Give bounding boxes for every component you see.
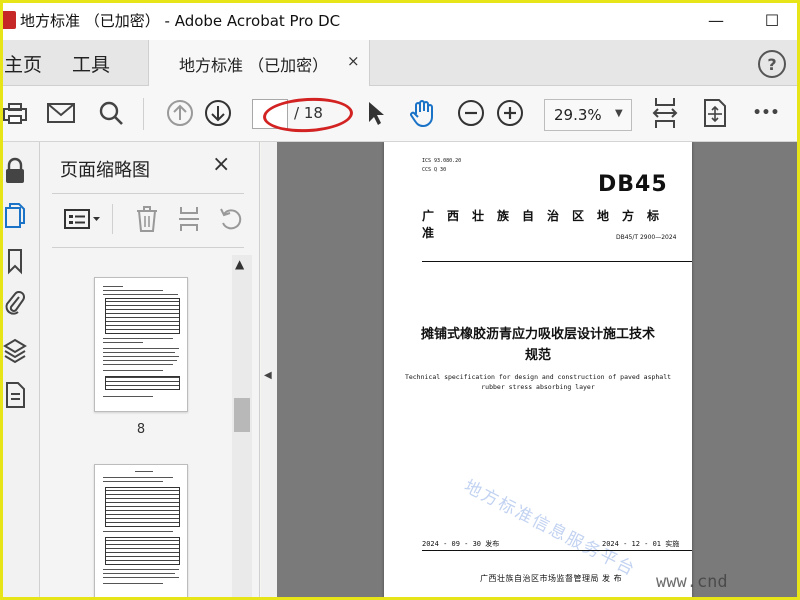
corner-watermark: www.cnd <box>656 572 728 592</box>
tab-bar: 主页 工具 地方标准 （已加密） × ? <box>0 40 800 86</box>
left-tool-strip <box>0 142 40 600</box>
publish-date: 2024 - 09 - 30 发布 <box>422 540 500 548</box>
page-thumbnail[interactable] <box>94 464 188 600</box>
thumbnail-panel: 页面缩略图 × 8 ▲ <box>40 142 260 600</box>
zoom-in-icon[interactable] <box>495 98 525 128</box>
more-icon[interactable]: ••• <box>748 98 784 128</box>
content-icon[interactable] <box>2 380 28 410</box>
attachment-icon[interactable] <box>2 288 28 318</box>
document-title-line-2: 规范 <box>524 348 551 363</box>
trash-icon[interactable] <box>132 204 162 234</box>
help-button[interactable]: ? <box>758 50 786 78</box>
fit-page-icon[interactable] <box>700 98 730 128</box>
document-title-line-1: 摊铺式橡胶沥青应力吸收层设计施工技术 <box>420 327 655 342</box>
close-tab-icon[interactable]: × <box>347 52 360 70</box>
document-view[interactable]: ICS 93.080.20 CCS Q 30 DB45 广西壮族自治区地方标准 … <box>277 142 800 600</box>
tab-home[interactable]: 主页 <box>4 50 42 77</box>
layers-icon[interactable] <box>2 336 28 366</box>
issuing-authority: 广西壮族自治区市场监督管理局 发 布 <box>480 574 623 583</box>
thumbnail-scrollbar[interactable]: ▲ <box>232 255 252 600</box>
footer-rule <box>422 550 692 551</box>
tab-tools[interactable]: 工具 <box>72 50 110 77</box>
standard-number: DB45/T 2900—2024 <box>616 234 677 241</box>
english-title-line-1: Technical specification for design and c… <box>404 373 672 381</box>
ccs-code: CCS Q 30 <box>422 167 447 173</box>
maximize-icon: ☐ <box>764 10 780 30</box>
lock-icon[interactable] <box>2 156 28 186</box>
zoom-out-icon[interactable] <box>456 98 486 128</box>
toolbar-divider <box>143 98 144 130</box>
page-thumbnail[interactable] <box>94 277 188 412</box>
panel-collapse-handle[interactable]: ◀ <box>261 142 277 600</box>
search-icon[interactable] <box>96 98 126 128</box>
panel-divider <box>52 193 244 194</box>
panel-toolbar-divider <box>112 204 113 234</box>
tab-document[interactable]: 地方标准 （已加密） × <box>148 40 370 86</box>
rotate-icon[interactable] <box>216 204 246 234</box>
ics-code: ICS 93.080.20 <box>422 158 462 164</box>
page-up-icon[interactable] <box>165 98 195 128</box>
mail-icon[interactable] <box>46 98 76 128</box>
minimize-icon: — <box>708 10 724 30</box>
chevron-down-icon: ▼ <box>615 108 623 119</box>
document-tab-label: 地方标准 （已加密） <box>179 56 329 75</box>
print-icon[interactable] <box>0 98 30 128</box>
close-panel-icon[interactable]: × <box>212 152 230 177</box>
minimize-button[interactable]: — <box>704 8 728 32</box>
options-icon[interactable] <box>60 204 104 234</box>
page-thumbnail-icon[interactable] <box>2 200 28 230</box>
english-title-line-2: rubber stress absorbing layer <box>481 383 595 391</box>
panel-title: 页面缩略图 <box>60 160 150 181</box>
bookmark-icon[interactable] <box>2 246 28 276</box>
panel-divider <box>52 247 244 248</box>
zoom-level-select[interactable]: 29.3% ▼ <box>544 99 632 131</box>
acrobat-app-icon <box>0 11 16 29</box>
header-rule <box>422 261 692 262</box>
scroll-thumb[interactable] <box>234 398 250 432</box>
fit-width-icon[interactable] <box>650 98 680 128</box>
zoom-value: 29.3% <box>554 106 602 124</box>
page-thumbnail-label: 8 <box>136 422 146 437</box>
document-watermark: 地方标准信息服务平台 <box>460 476 640 581</box>
maximize-button[interactable]: ☐ <box>760 8 784 32</box>
page-down-icon[interactable] <box>203 98 233 128</box>
collapse-arrow-icon: ◀ <box>264 370 272 381</box>
select-cursor-icon[interactable] <box>360 98 390 128</box>
effective-date: 2024 - 12 - 01 实施 <box>602 540 680 548</box>
standard-logo: DB45 <box>598 172 668 197</box>
document-page: ICS 93.080.20 CCS Q 30 DB45 广西壮族自治区地方标准 … <box>384 142 692 600</box>
scroll-up-icon[interactable]: ▲ <box>235 257 244 271</box>
extract-icon[interactable] <box>174 204 204 234</box>
window-title: 地方标准 （已加密） - Adobe Acrobat Pro DC <box>20 12 341 30</box>
title-bar: 地方标准 （已加密） - Adobe Acrobat Pro DC — ☐ <box>0 0 800 40</box>
toolbar: / 18 29.3% ▼ ••• <box>0 86 800 142</box>
hand-tool-icon[interactable] <box>408 98 438 128</box>
